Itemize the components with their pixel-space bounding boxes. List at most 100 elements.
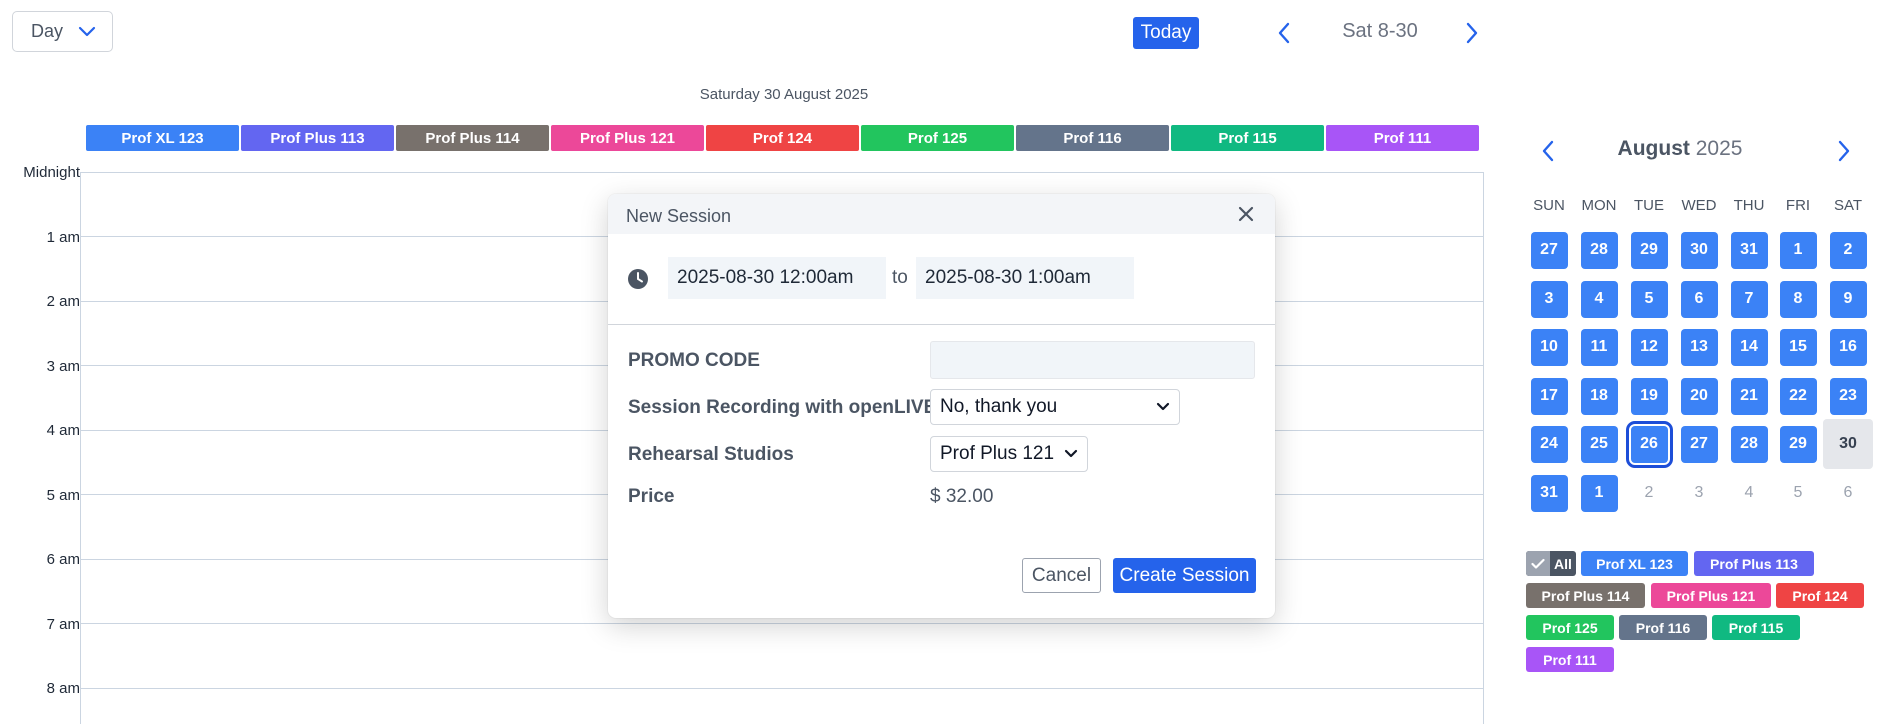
filter-chip[interactable]: Prof Plus 121 [1651,583,1771,608]
weekday-label: SAT [1833,197,1863,214]
new-session-dialog: New Session 2025-08-30 12:00am to 2025-0… [608,194,1275,618]
filter-chip[interactable]: Prof Plus 113 [1694,551,1814,576]
calendar-day[interactable]: 24 [1530,425,1568,463]
calendar-day[interactable]: 9 [1829,280,1867,318]
prev-month-button[interactable] [1536,136,1560,166]
hour-line [81,623,1483,624]
recording-select-value: No, thank you [940,396,1058,417]
calendar-day[interactable]: 1 [1580,474,1618,512]
end-time-field[interactable]: 2025-08-30 1:00am [916,257,1134,299]
today-button[interactable]: Today [1133,17,1199,49]
calendar-day[interactable]: 12 [1630,328,1668,366]
calendar-day[interactable]: 10 [1530,328,1568,366]
calendar-day[interactable]: 20 [1680,377,1718,415]
calendar-day[interactable]: 14 [1730,328,1768,366]
next-day-button[interactable] [1460,18,1484,48]
calendar-day[interactable]: 27 [1530,231,1568,269]
calendar-day[interactable]: 31 [1730,231,1768,269]
calendar-day[interactable]: 8 [1779,280,1817,318]
calendar-day[interactable]: 2 [1631,475,1668,512]
calendar-day[interactable]: 28 [1580,231,1618,269]
resource-column-header: Prof 125 [861,125,1014,151]
close-icon [1238,206,1254,222]
calendar-day[interactable]: 22 [1779,377,1817,415]
calendar-day[interactable]: 6 [1680,280,1718,318]
weekday-label: MON [1581,197,1617,214]
start-time-field[interactable]: 2025-08-30 12:00am [668,257,886,299]
clock-icon [628,269,648,289]
to-label: to [892,267,908,288]
calendar-day[interactable]: 6 [1830,475,1867,512]
resource-column-header: Prof Plus 113 [241,125,394,151]
calendar-day[interactable]: 31 [1530,474,1568,512]
resource-column-header: Prof 115 [1171,125,1324,151]
studio-select-value: Prof Plus 121 [940,443,1055,464]
filter-chip[interactable]: Prof XL 123 [1581,551,1688,576]
studio-select[interactable]: Prof Plus 121 [930,436,1088,472]
calendar-day[interactable]: 30 [1680,231,1718,269]
price-label: Price [628,486,675,507]
calendar-day[interactable]: 29 [1630,231,1668,269]
resource-column-header: Prof Plus 114 [396,125,549,151]
dialog-title: New Session [626,206,732,226]
calendar-day[interactable]: 27 [1680,425,1718,463]
view-select-value: Day [31,21,64,41]
calendar-day[interactable]: 7 [1730,280,1768,318]
filter-all-label: All [1554,555,1572,572]
filter-chip[interactable]: Prof 111 [1526,647,1614,672]
hour-label: 2 am [46,293,80,310]
weekday-label: TUE [1634,197,1664,214]
calendar-day[interactable]: 2 [1829,231,1867,269]
calendar-day[interactable]: 4 [1731,475,1768,512]
day-heading: Saturday 30 August 2025 [699,86,869,103]
filter-chip[interactable]: Prof Plus 114 [1526,583,1645,608]
calendar-day[interactable]: 1 [1779,231,1817,269]
create-session-button[interactable]: Create Session [1113,558,1256,593]
calendar-day[interactable]: 16 [1829,328,1867,366]
calendar-day[interactable]: 30 [1823,419,1873,469]
resource-header: Prof XL 123 Prof Plus 113 Prof Plus 114 … [86,125,1479,151]
filter-chip[interactable]: Prof 115 [1712,615,1800,640]
weekday-label: FRI [1785,197,1811,214]
filter-all-button[interactable]: All [1526,551,1576,576]
chevron-right-icon [1838,140,1850,162]
calendar-day[interactable]: 23 [1829,377,1867,415]
calendar-day[interactable]: 18 [1580,377,1618,415]
calendar-day[interactable]: 11 [1580,328,1618,366]
calendar-day[interactable]: 21 [1730,377,1768,415]
calendar-day[interactable]: 13 [1680,328,1718,366]
calendar-day[interactable]: 3 [1530,280,1568,318]
promo-code-input[interactable] [930,341,1255,379]
calendar-day[interactable]: 28 [1730,425,1768,463]
view-select[interactable]: Day [12,11,113,52]
mini-calendar-title: August 2025 [1580,137,1780,161]
chevron-left-icon [1278,22,1290,44]
calendar-day[interactable]: 4 [1580,280,1618,318]
calendar-day[interactable]: 3 [1681,475,1718,512]
calendar-day[interactable]: 15 [1779,328,1817,366]
chevron-right-icon [1466,22,1478,44]
close-button[interactable] [1235,203,1257,225]
filter-chip[interactable]: Prof 116 [1619,615,1707,640]
filter-chip[interactable]: Prof 125 [1526,615,1614,640]
hour-label: 1 am [46,229,80,246]
calendar-day[interactable]: 17 [1530,377,1568,415]
studios-label: Rehearsal Studios [628,444,794,465]
hour-label: 6 am [46,551,80,568]
prev-day-button[interactable] [1272,18,1296,48]
recording-select[interactable]: No, thank you [930,389,1180,425]
next-month-button[interactable] [1832,136,1856,166]
calendar-day[interactable]: 26 [1625,420,1673,468]
hour-label: 4 am [46,422,80,439]
calendar-day[interactable]: 25 [1580,425,1618,463]
hour-line [81,688,1483,689]
hour-label: 3 am [46,358,80,375]
dialog-divider [608,324,1275,325]
filter-chip[interactable]: Prof 124 [1776,583,1864,608]
chevron-down-icon [1156,402,1170,411]
cancel-button[interactable]: Cancel [1022,558,1101,593]
calendar-day[interactable]: 5 [1780,475,1817,512]
calendar-day[interactable]: 19 [1630,377,1668,415]
calendar-day[interactable]: 5 [1630,280,1668,318]
calendar-day[interactable]: 29 [1779,425,1817,463]
